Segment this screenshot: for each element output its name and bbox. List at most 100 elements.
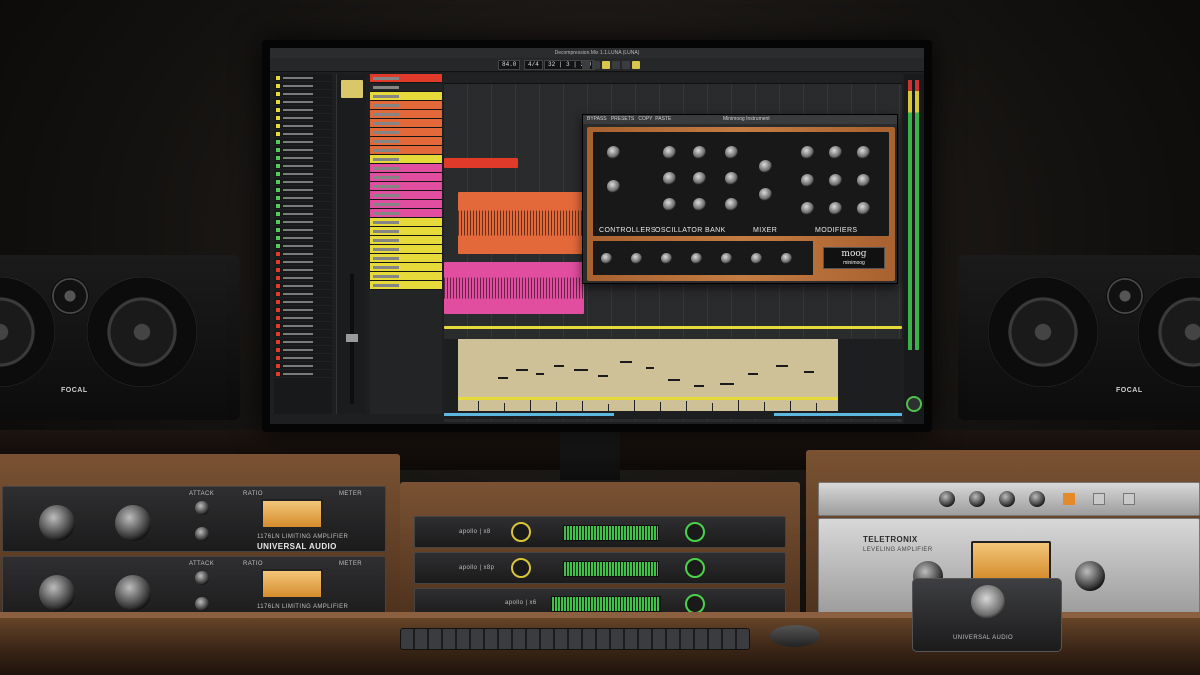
signature-display[interactable]: 4/4 <box>524 60 543 70</box>
mixer-volume-3-knob[interactable] <box>725 198 738 211</box>
browser-row[interactable] <box>274 186 332 194</box>
browser-row[interactable] <box>274 178 332 186</box>
volume-knob[interactable] <box>971 585 1005 619</box>
preamp-knob[interactable] <box>511 558 531 578</box>
midi-note[interactable] <box>646 367 654 369</box>
track-header[interactable] <box>370 83 442 92</box>
browser-row[interactable] <box>274 346 332 354</box>
track-header[interactable] <box>370 146 442 155</box>
track-header[interactable] <box>370 281 442 290</box>
release-knob[interactable] <box>195 527 209 541</box>
midi-note[interactable] <box>620 361 632 363</box>
track-header[interactable] <box>370 209 442 218</box>
browser-row[interactable] <box>274 82 332 90</box>
midi-note[interactable] <box>516 369 528 371</box>
track-header[interactable] <box>370 236 442 245</box>
browser-row[interactable] <box>274 202 332 210</box>
audio-clip[interactable] <box>444 262 584 314</box>
blue-knob[interactable] <box>969 491 985 507</box>
filter-decay-knob[interactable] <box>829 174 842 187</box>
browser-row[interactable] <box>274 242 332 250</box>
browser-row[interactable] <box>274 258 332 266</box>
browser-row[interactable] <box>274 322 332 330</box>
plugin-tab-bypass[interactable]: BYPASS <box>587 116 607 122</box>
browser-row[interactable] <box>274 330 332 338</box>
midi-note[interactable] <box>694 385 704 387</box>
browser-row[interactable] <box>274 154 332 162</box>
browser-row[interactable] <box>274 290 332 298</box>
loudness-decay-knob[interactable] <box>829 202 842 215</box>
browser-row[interactable] <box>274 162 332 170</box>
midi-note[interactable] <box>598 375 608 377</box>
track-header[interactable] <box>370 254 442 263</box>
track-header[interactable] <box>370 200 442 209</box>
input-knob[interactable] <box>39 575 75 611</box>
output-knob[interactable] <box>115 575 151 611</box>
monitor-volume-knob[interactable] <box>906 396 922 412</box>
browser-row[interactable] <box>274 250 332 258</box>
browser-row[interactable] <box>274 282 332 290</box>
browser-row[interactable] <box>274 298 332 306</box>
release-knob[interactable] <box>195 597 209 611</box>
loudness-attack-knob[interactable] <box>801 202 814 215</box>
midi-note[interactable] <box>804 371 814 373</box>
browser-row[interactable] <box>274 234 332 242</box>
toggle-button[interactable] <box>1123 493 1135 505</box>
velocity-knob[interactable] <box>781 253 792 264</box>
midi-note[interactable] <box>574 369 588 371</box>
midi-note[interactable] <box>536 373 544 375</box>
plugin-tab-paste[interactable]: PASTE <box>655 116 671 122</box>
osc1-waveform-knob[interactable] <box>693 146 706 159</box>
midi-note[interactable] <box>776 365 788 367</box>
loop-button[interactable] <box>632 61 640 69</box>
browser-row[interactable] <box>274 114 332 122</box>
mod-knob[interactable] <box>631 253 642 264</box>
tune-knob[interactable] <box>607 146 620 159</box>
track-header[interactable] <box>370 92 442 101</box>
mod-knob[interactable] <box>601 253 612 264</box>
osc3-range-knob[interactable] <box>663 198 676 211</box>
browser-row[interactable] <box>274 370 332 378</box>
browser-row[interactable] <box>274 90 332 98</box>
browser-row[interactable] <box>274 170 332 178</box>
forward-button[interactable] <box>592 61 600 69</box>
browser-row[interactable] <box>274 338 332 346</box>
track-header[interactable] <box>370 245 442 254</box>
piano-roll[interactable] <box>458 339 838 411</box>
track-header[interactable] <box>370 227 442 236</box>
toggle-button[interactable] <box>1093 493 1105 505</box>
browser-row[interactable] <box>274 274 332 282</box>
mouse[interactable] <box>770 625 820 647</box>
keyboard[interactable] <box>400 628 750 650</box>
browser-row[interactable] <box>274 130 332 138</box>
preamp-knob[interactable] <box>511 522 531 542</box>
track-header[interactable] <box>370 182 442 191</box>
plugin-tab-copy[interactable]: COPY <box>638 116 652 122</box>
monitor-knob[interactable] <box>685 522 705 542</box>
mixer-volume-1-knob[interactable] <box>725 146 738 159</box>
browser-row[interactable] <box>274 106 332 114</box>
browser-row[interactable] <box>274 266 332 274</box>
midi-note[interactable] <box>498 377 508 379</box>
glide-knob[interactable] <box>607 180 620 193</box>
track-header[interactable] <box>370 272 442 281</box>
browser-row[interactable] <box>274 314 332 322</box>
track-header[interactable] <box>370 191 442 200</box>
output-knob[interactable] <box>115 505 151 541</box>
track-header[interactable] <box>370 218 442 227</box>
timeline-ruler[interactable] <box>444 74 902 84</box>
browser-row[interactable] <box>274 98 332 106</box>
audio-clip[interactable] <box>444 158 518 168</box>
browser-row[interactable] <box>274 226 332 234</box>
record-button[interactable] <box>622 61 630 69</box>
browser-row[interactable] <box>274 218 332 226</box>
lfo-knob[interactable] <box>691 253 702 264</box>
loudness-sustain-knob[interactable] <box>857 202 870 215</box>
monitor-knob[interactable] <box>685 594 705 614</box>
midi-note[interactable] <box>748 373 758 375</box>
peak-reduction-knob[interactable] <box>1075 561 1105 591</box>
emphasis-knob[interactable] <box>829 146 842 159</box>
filter-sustain-knob[interactable] <box>857 174 870 187</box>
tempo-display[interactable]: 84.0 <box>498 60 521 70</box>
input-knob[interactable] <box>751 253 762 264</box>
